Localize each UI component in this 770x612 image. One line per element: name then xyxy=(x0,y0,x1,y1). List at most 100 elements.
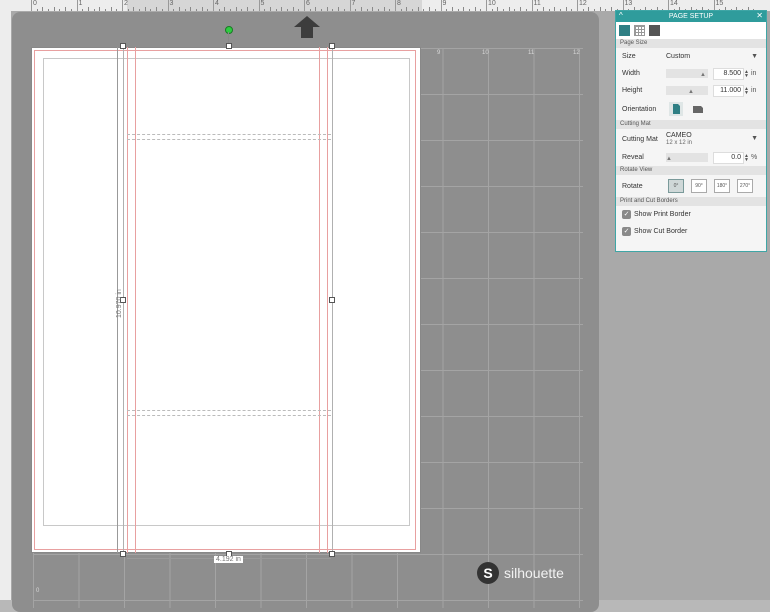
ruler-minor-tick xyxy=(520,7,522,11)
height-label: Height xyxy=(622,87,643,94)
ruler-minor-tick xyxy=(247,7,249,11)
mat-column-number: 10 xyxy=(482,50,489,56)
ruler-major-tick xyxy=(258,0,260,11)
width-input[interactable]: 8.500 xyxy=(713,67,744,80)
collapse-icon[interactable]: ^ xyxy=(619,11,623,20)
ruler-minor-tick xyxy=(321,9,323,11)
width-label: Width xyxy=(622,70,640,77)
ruler-major-tick xyxy=(76,0,78,11)
resize-handle[interactable] xyxy=(226,43,232,49)
ruler-minor-tick xyxy=(474,7,476,11)
ruler-minor-tick xyxy=(224,7,226,11)
checkbox-checked-icon[interactable]: ✓ xyxy=(622,210,631,219)
ruler-minor-tick xyxy=(599,7,601,11)
reveal-unit: % xyxy=(751,154,758,161)
ruler-minor-tick xyxy=(588,7,590,11)
orientation-row: Orientation xyxy=(616,99,766,120)
section-page-size: Page Size xyxy=(616,39,766,48)
silhouette-logo-icon: S xyxy=(477,562,499,584)
show-cut-border-row[interactable]: ✓ Show Cut Border xyxy=(616,223,766,240)
ruler-minor-tick xyxy=(275,9,277,11)
rotate-180-button[interactable]: 180° xyxy=(714,179,730,193)
ruler-number: 13 xyxy=(624,0,633,7)
ruler-major-tick xyxy=(31,0,32,11)
ruler-number: 0 xyxy=(33,0,37,7)
ruler-minor-tick xyxy=(429,7,431,11)
mat-column-number: 11 xyxy=(528,50,535,56)
landscape-orientation-icon[interactable] xyxy=(691,102,705,116)
ruler-number: 9 xyxy=(442,0,447,7)
ruler-minor-tick xyxy=(195,9,197,11)
reveal-slider[interactable]: ▲ xyxy=(666,153,708,162)
ruler-minor-tick xyxy=(468,9,470,11)
ruler-major-tick xyxy=(349,0,351,11)
ruler-minor-tick xyxy=(605,9,607,11)
rotate-90-button[interactable]: 90° xyxy=(691,179,707,193)
ruler-minor-tick xyxy=(87,7,89,11)
cut-line-left-inner xyxy=(135,47,136,553)
ruler-minor-tick xyxy=(110,7,112,11)
ruler-minor-tick xyxy=(201,7,203,11)
ruler-minor-tick xyxy=(286,9,288,11)
resize-handle[interactable] xyxy=(329,43,335,49)
cutting-mat-dropdown[interactable]: CAMEO 12 x 12 in ▼ xyxy=(666,132,760,146)
cutting-mat-label: Cutting Mat xyxy=(622,135,658,143)
ruler-minor-tick xyxy=(315,7,317,11)
ruler-minor-tick xyxy=(582,9,584,11)
ruler-number: 8 xyxy=(397,0,401,7)
ruler-minor-tick xyxy=(65,7,67,11)
reveal-stepper-icon[interactable]: ▲ ▼ xyxy=(744,153,749,162)
tab-page-setup-icon[interactable] xyxy=(619,25,630,36)
ruler-minor-tick xyxy=(480,9,482,11)
size-label: Size xyxy=(622,53,636,60)
panel-tabs xyxy=(616,22,766,39)
size-dropdown[interactable]: Custom ▼ xyxy=(666,51,760,63)
width-stepper-icon[interactable]: ▲ ▼ xyxy=(744,69,749,78)
ruler-minor-tick xyxy=(343,9,345,11)
resize-handle[interactable] xyxy=(120,43,126,49)
close-icon[interactable]: ✕ xyxy=(756,11,763,20)
resize-handle[interactable] xyxy=(329,551,335,557)
ruler-minor-tick xyxy=(48,9,50,11)
ruler-minor-tick xyxy=(611,7,613,11)
height-row: Height ▲ 11.000 ▲ ▼ in xyxy=(616,82,766,99)
height-input[interactable]: 11.000 xyxy=(713,84,744,97)
ruler-minor-tick xyxy=(82,9,84,11)
width-slider[interactable]: ▲ xyxy=(666,69,708,78)
ruler-minor-tick xyxy=(400,9,402,11)
ruler-minor-tick xyxy=(150,9,152,11)
tab-grid-icon[interactable] xyxy=(634,25,645,36)
slider-thumb-icon[interactable]: ▲ xyxy=(688,89,694,95)
reveal-label: Reveal xyxy=(622,154,644,161)
ruler-minor-tick xyxy=(503,9,505,11)
resize-handle[interactable] xyxy=(120,551,126,557)
ruler-minor-tick xyxy=(59,9,61,11)
slider-thumb-icon[interactable]: ▲ xyxy=(666,156,672,162)
height-slider[interactable]: ▲ xyxy=(666,86,708,95)
ruler-minor-tick xyxy=(70,9,72,11)
ruler-minor-tick xyxy=(389,9,391,11)
rotate-0-button[interactable]: 0° xyxy=(668,179,684,193)
slider-thumb-icon[interactable]: ▲ xyxy=(700,72,706,78)
rotate-270-button[interactable]: 270° xyxy=(737,179,753,193)
checkbox-checked-icon[interactable]: ✓ xyxy=(622,227,631,236)
height-stepper-icon[interactable]: ▲ ▼ xyxy=(744,86,749,95)
ruler-minor-tick xyxy=(133,7,135,11)
show-cut-border-label: Show Cut Border xyxy=(634,228,688,235)
rotate-handle[interactable] xyxy=(225,26,233,34)
mat-column-number: 9 xyxy=(437,50,441,56)
reveal-input[interactable]: 0.0 xyxy=(713,151,744,164)
ruler-minor-tick xyxy=(360,7,362,11)
show-print-border-row[interactable]: ✓ Show Print Border xyxy=(616,206,766,223)
ruler-minor-tick xyxy=(269,7,271,11)
section-print-cut-borders: Print and Cut Borders xyxy=(616,197,766,206)
resize-handle[interactable] xyxy=(329,297,335,303)
size-row: Size Custom ▼ xyxy=(616,48,766,65)
ruler-minor-tick xyxy=(178,7,180,11)
ruler-minor-tick xyxy=(514,9,516,11)
ruler-minor-tick xyxy=(406,7,408,11)
portrait-orientation-icon[interactable] xyxy=(669,102,683,116)
ruler-minor-tick xyxy=(218,9,220,11)
mat-row-number: 0 xyxy=(36,588,40,594)
tab-background-icon[interactable] xyxy=(649,25,660,36)
